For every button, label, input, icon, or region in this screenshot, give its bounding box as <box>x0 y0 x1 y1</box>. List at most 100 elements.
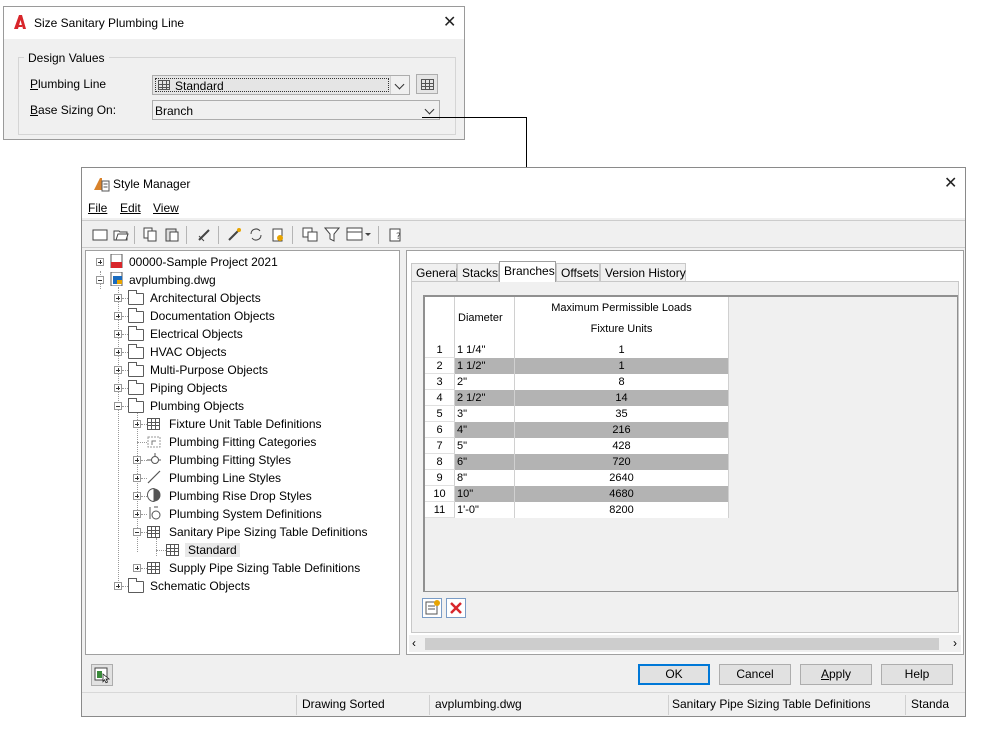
plumbing-line-label: Plumbing Line <box>30 77 107 91</box>
load-cell[interactable]: 428 <box>515 438 729 454</box>
purge-icon[interactable] <box>196 227 212 242</box>
tree-node-drawing[interactable]: avplumbing.dwg <box>96 271 396 289</box>
tab-stacks[interactable]: Stacks <box>457 263 499 281</box>
menu-view[interactable]: View <box>153 201 179 215</box>
load-cell[interactable]: 720 <box>515 454 729 470</box>
diameter-cell[interactable]: 5" <box>455 438 515 454</box>
tab-branches[interactable]: Branches <box>499 261 556 282</box>
tree-node-schematic[interactable]: Schematic Objects <box>114 577 394 595</box>
load-cell[interactable]: 1 <box>515 358 729 374</box>
tree-node-sanitary-sizing-tables[interactable]: Sanitary Pipe Sizing Table Definitions <box>133 523 393 541</box>
delete-row-button[interactable] <box>446 598 466 618</box>
scroll-thumb[interactable] <box>425 638 939 650</box>
load-cell[interactable]: 1 <box>515 342 729 358</box>
view-options-icon[interactable] <box>346 227 372 242</box>
tree-node-documentation[interactable]: Documentation Objects <box>114 307 394 325</box>
set-from-icon[interactable] <box>270 227 286 242</box>
help-button[interactable]: Help <box>881 664 953 685</box>
diameter-cell[interactable]: 1 1/4" <box>455 342 515 358</box>
edit-style-icon[interactable] <box>226 227 242 242</box>
table-icon <box>158 80 170 90</box>
horizontal-scrollbar[interactable]: ‹ › <box>409 635 961 652</box>
tree-node-project[interactable]: 00000-Sample Project 2021 <box>96 253 396 271</box>
scroll-left-icon[interactable]: ‹ <box>412 636 416 650</box>
table-editor-button[interactable] <box>416 74 438 94</box>
diameter-cell[interactable]: 1'-0" <box>455 502 515 518</box>
menu-edit[interactable]: Edit <box>120 201 141 215</box>
table-row[interactable]: 11 1'-0" 8200 <box>425 502 729 518</box>
tab-version-history[interactable]: Version History <box>600 263 686 281</box>
diameter-cell[interactable]: 10" <box>455 486 515 502</box>
apply-button[interactable]: Apply <box>800 664 872 685</box>
tree-node-multi-purpose[interactable]: Multi-Purpose Objects <box>114 361 394 379</box>
close-icon[interactable]: ✕ <box>944 176 957 192</box>
style-manager-window: Style Manager ✕ File Edit View ? 00000-S… <box>81 167 966 717</box>
menu-file[interactable]: File <box>88 201 107 215</box>
table-icon <box>147 562 160 574</box>
add-row-button[interactable] <box>422 598 442 618</box>
tree-node-system-definitions[interactable]: Plumbing System Definitions <box>133 505 393 523</box>
tab-general[interactable]: General <box>411 263 459 281</box>
plumbing-line-select[interactable]: Standard <box>152 75 410 95</box>
tree-node-fitting-styles[interactable]: Plumbing Fitting Styles <box>133 451 393 469</box>
table-row[interactable]: 5 3" 35 <box>425 406 729 422</box>
tree-node-fitting-categories[interactable]: Plumbing Fitting Categories <box>133 433 393 451</box>
tree-node-architectural[interactable]: Architectural Objects <box>114 289 394 307</box>
folder-icon <box>128 326 144 341</box>
tab-offsets[interactable]: Offsets <box>556 263 600 281</box>
tree-node-standard[interactable]: Standard <box>152 541 352 559</box>
table-row[interactable]: 6 4" 216 <box>425 422 729 438</box>
size-plumbing-line-dialog: Size Sanitary Plumbing Line ✕ Design Val… <box>3 6 465 140</box>
column-header-diameter[interactable]: Diameter <box>455 297 515 342</box>
help-icon[interactable]: ? <box>388 227 404 242</box>
table-row[interactable]: 42 1/2" 14 <box>425 390 729 406</box>
load-cell[interactable]: 4680 <box>515 486 729 502</box>
table-row[interactable]: 9 8" 2640 <box>425 470 729 486</box>
tree-node-line-styles[interactable]: Plumbing Line Styles <box>133 469 393 487</box>
paste-icon[interactable] <box>164 227 180 242</box>
cancel-button[interactable]: Cancel <box>719 664 791 685</box>
tree-node-hvac[interactable]: HVAC Objects <box>114 343 394 361</box>
load-cell[interactable]: 2640 <box>515 470 729 486</box>
tree-node-electrical[interactable]: Electrical Objects <box>114 325 394 343</box>
load-cell[interactable]: 216 <box>515 422 729 438</box>
load-cell[interactable]: 8 <box>515 374 729 390</box>
toggle-view-button[interactable] <box>91 664 113 686</box>
load-cell[interactable]: 14 <box>515 390 729 406</box>
ok-button[interactable]: OK <box>638 664 710 685</box>
table-row[interactable]: 3 2" 8 <box>425 374 729 390</box>
tree-node-supply-sizing-tables[interactable]: Supply Pipe Sizing Table Definitions <box>133 559 393 577</box>
tree-node-plumbing[interactable]: Plumbing Objects <box>114 397 394 415</box>
diameter-cell[interactable]: 1 1/2" <box>455 358 515 374</box>
table-row[interactable]: 10 10" 4680 <box>425 486 729 502</box>
filter-icon[interactable] <box>324 227 340 242</box>
diameter-cell[interactable]: 6" <box>455 454 515 470</box>
table-row[interactable]: 21 1/2" 1 <box>425 358 729 374</box>
diameter-cell[interactable]: 2 1/2" <box>455 390 515 406</box>
status-drawing: avplumbing.dwg <box>435 697 522 711</box>
open-drawing-icon[interactable] <box>113 227 129 242</box>
synchronize-icon[interactable] <box>248 227 264 242</box>
table-row[interactable]: 11 1/4" 1 <box>425 342 729 358</box>
tree-node-fixture-unit-tables[interactable]: Fixture Unit Table Definitions <box>133 415 393 433</box>
load-cell[interactable]: 35 <box>515 406 729 422</box>
copy-icon[interactable] <box>142 227 158 242</box>
toggle-view-icon[interactable] <box>302 227 318 242</box>
tree-node-piping[interactable]: Piping Objects <box>114 379 394 397</box>
table-row[interactable]: 8 6" 720 <box>425 454 729 470</box>
chevron-down-icon[interactable] <box>390 76 409 94</box>
load-cell[interactable]: 8200 <box>515 502 729 518</box>
column-header-loads[interactable]: Maximum Permissible Loads Fixture Units <box>515 297 729 342</box>
style-manager-icon <box>94 178 110 192</box>
tree-node-rise-drop-styles[interactable]: Plumbing Rise Drop Styles <box>133 487 393 505</box>
diameter-cell[interactable]: 2" <box>455 374 515 390</box>
status-sort: Drawing Sorted <box>302 697 385 711</box>
new-drawing-icon[interactable] <box>92 227 108 242</box>
table-row[interactable]: 7 5" 428 <box>425 438 729 454</box>
scroll-right-icon[interactable]: › <box>953 636 957 650</box>
base-sizing-select[interactable]: Branch <box>152 100 440 120</box>
diameter-cell[interactable]: 3" <box>455 406 515 422</box>
diameter-cell[interactable]: 4" <box>455 422 515 438</box>
close-icon[interactable]: ✕ <box>443 15 456 31</box>
diameter-cell[interactable]: 8" <box>455 470 515 486</box>
